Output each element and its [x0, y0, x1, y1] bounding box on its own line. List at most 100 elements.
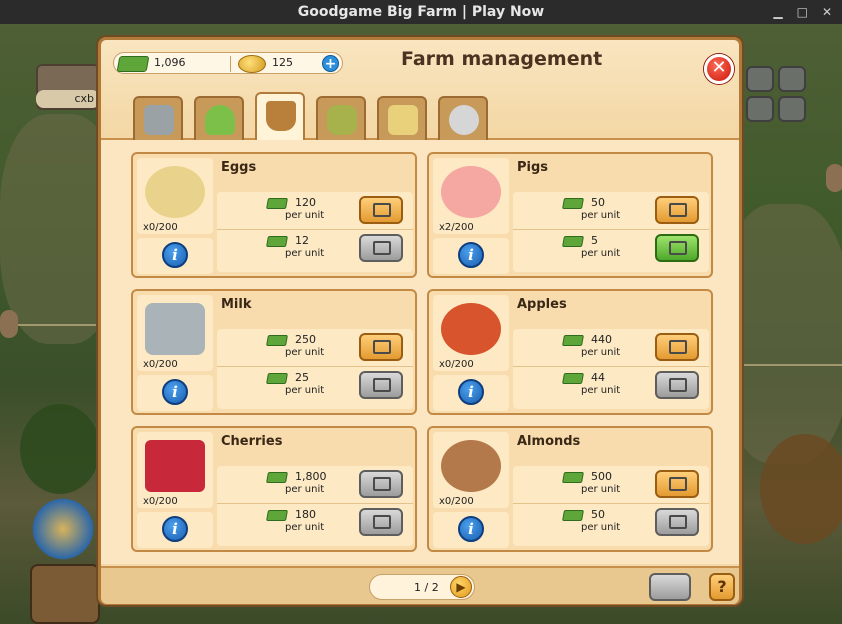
info-panel: i	[137, 512, 213, 548]
product-name: Apples	[517, 297, 567, 312]
background-tree	[20, 404, 100, 494]
sell-button[interactable]	[655, 371, 699, 399]
scroll-right-arrow-icon[interactable]	[826, 164, 842, 192]
cash-register-icon	[373, 515, 391, 529]
product-name: Almonds	[517, 434, 581, 449]
coin-stack-decoration	[28, 494, 98, 564]
delivery-truck-button[interactable]	[649, 573, 691, 601]
product-card-almonds: x0/200 i Almonds 500 per unit 50 per uni…	[427, 426, 713, 552]
sell-price: 12	[295, 234, 309, 247]
sell-price: 44	[591, 371, 605, 384]
sell-button[interactable]	[359, 234, 403, 262]
product-name: Pigs	[517, 160, 549, 175]
sell-price: 25	[295, 371, 309, 384]
cash-icon	[562, 198, 584, 209]
cash-amount: 1,096	[154, 56, 186, 69]
buy-button[interactable]	[655, 333, 699, 361]
product-name: Cherries	[221, 434, 283, 449]
dialog-header: 1,096 125 + Farm management ✕	[101, 40, 739, 140]
buy-button[interactable]	[655, 470, 699, 498]
shopping-cart-icon	[373, 477, 391, 491]
sell-row: 5 per unit	[513, 230, 709, 268]
cash-register-icon	[669, 241, 687, 255]
close-window-icon[interactable]: ✕	[822, 0, 832, 24]
shopping-cart-icon	[669, 203, 687, 217]
tool-icon	[449, 105, 479, 135]
stock-count: x2/200	[439, 222, 474, 233]
info-button[interactable]: i	[162, 242, 188, 268]
buy-price: 500	[591, 470, 612, 483]
gold-coin-icon	[238, 55, 266, 73]
buy-button[interactable]	[655, 196, 699, 224]
add-currency-button[interactable]: +	[322, 55, 339, 72]
produce-basket-icon	[266, 101, 296, 131]
window-titlebar: Goodgame Big Farm | Play Now ▁ □ ✕	[0, 0, 842, 24]
cash-icon	[562, 335, 584, 346]
info-panel: i	[433, 512, 509, 548]
per-unit-label: per unit	[581, 385, 621, 396]
buy-row: 120 per unit	[217, 192, 413, 230]
shopping-cart-icon	[373, 203, 391, 217]
cash-icon	[562, 510, 584, 521]
per-unit-label: per unit	[285, 248, 325, 259]
smiley-icon[interactable]	[778, 96, 806, 122]
buy-row: 50 per unit	[513, 192, 709, 230]
sell-button[interactable]	[655, 234, 699, 262]
sell-button[interactable]	[359, 371, 403, 399]
seedling-icon	[205, 105, 235, 135]
buy-button[interactable]	[359, 196, 403, 224]
price-panel: 50 per unit 5 per unit	[513, 192, 709, 272]
tab-plants[interactable]	[194, 96, 244, 140]
info-button[interactable]: i	[162, 379, 188, 405]
exit-icon[interactable]	[778, 66, 806, 92]
tab-products[interactable]	[255, 92, 305, 140]
next-page-button[interactable]: ▶	[450, 576, 472, 598]
per-unit-label: per unit	[285, 522, 325, 533]
per-unit-label: per unit	[581, 248, 621, 259]
pig-icon	[441, 166, 501, 218]
cash-register-icon	[373, 378, 391, 392]
close-button[interactable]: ✕	[704, 54, 734, 84]
tab-seeds[interactable]	[377, 96, 427, 140]
info-button[interactable]: i	[458, 242, 484, 268]
cash-icon	[562, 373, 584, 384]
price-panel: 1,800 per unit 180 per unit	[217, 466, 413, 546]
cherries-icon	[145, 440, 205, 492]
sell-button[interactable]	[655, 508, 699, 536]
chat-icon[interactable]	[746, 66, 774, 92]
product-image-box: x0/200	[137, 295, 213, 371]
cash-icon	[266, 373, 288, 384]
cash-icon	[266, 236, 288, 247]
per-unit-label: per unit	[285, 484, 325, 495]
buy-button[interactable]	[359, 470, 403, 498]
info-button[interactable]: i	[162, 516, 188, 542]
sell-button[interactable]	[359, 508, 403, 536]
buy-button[interactable]	[359, 333, 403, 361]
product-image-box: x0/200	[137, 158, 213, 234]
maximize-icon[interactable]: □	[797, 0, 808, 24]
sell-row: 180 per unit	[217, 504, 413, 542]
inventory-box-button[interactable]	[30, 564, 100, 624]
seed-packet-icon	[388, 105, 418, 135]
tab-tools[interactable]	[438, 96, 488, 140]
product-image-box: x0/200	[433, 295, 509, 371]
price-panel: 500 per unit 50 per unit	[513, 466, 709, 546]
settings-icon[interactable]	[746, 96, 774, 122]
price-panel: 250 per unit 25 per unit	[217, 329, 413, 409]
sell-price: 180	[295, 508, 316, 521]
help-button[interactable]: ?	[709, 573, 735, 601]
sell-price: 50	[591, 508, 605, 521]
cash-icon	[562, 236, 584, 247]
per-unit-label: per unit	[581, 210, 621, 221]
minimize-icon[interactable]: ▁	[773, 0, 782, 24]
info-button[interactable]: i	[458, 379, 484, 405]
window-controls: ▁ □ ✕	[773, 0, 832, 24]
sell-row: 44 per unit	[513, 367, 709, 405]
tab-feed[interactable]	[316, 96, 366, 140]
product-card-pigs: x2/200 i Pigs 50 per unit 5 per unit	[427, 152, 713, 278]
tab-machines[interactable]	[133, 96, 183, 140]
cash-icon	[562, 472, 584, 483]
scroll-left-arrow-icon[interactable]	[0, 310, 18, 338]
currency-bar: 1,096 125 +	[113, 52, 343, 74]
info-button[interactable]: i	[458, 516, 484, 542]
